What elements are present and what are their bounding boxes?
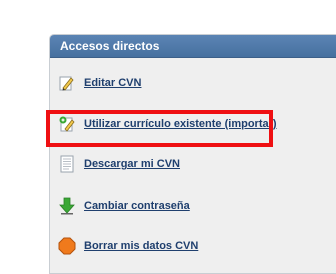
import-document-icon — [58, 115, 76, 133]
panel-title: Accesos directos — [50, 35, 336, 58]
shortcuts-panel: Accesos directos Editar CVN Utilizar cur… — [49, 34, 336, 274]
import-cv-link[interactable]: Utilizar currículo existente (importar) — [58, 113, 277, 135]
down-arrow-icon — [58, 197, 76, 215]
download-cvn-label[interactable]: Descargar mi CVN — [84, 158, 180, 170]
delete-cvn-data-link[interactable]: Borrar mis datos CVN — [58, 235, 198, 257]
pencil-icon — [58, 74, 76, 92]
document-icon — [58, 155, 76, 173]
stop-octagon-icon — [58, 237, 76, 255]
edit-cvn-link[interactable]: Editar CVN — [58, 72, 141, 94]
import-cv-label[interactable]: Utilizar currículo existente (importar) — [84, 118, 277, 130]
download-cvn-link[interactable]: Descargar mi CVN — [58, 153, 180, 175]
delete-cvn-data-label[interactable]: Borrar mis datos CVN — [84, 240, 198, 252]
change-password-label[interactable]: Cambiar contraseña — [84, 200, 190, 212]
edit-cvn-label[interactable]: Editar CVN — [84, 77, 141, 89]
change-password-link[interactable]: Cambiar contraseña — [58, 195, 190, 217]
